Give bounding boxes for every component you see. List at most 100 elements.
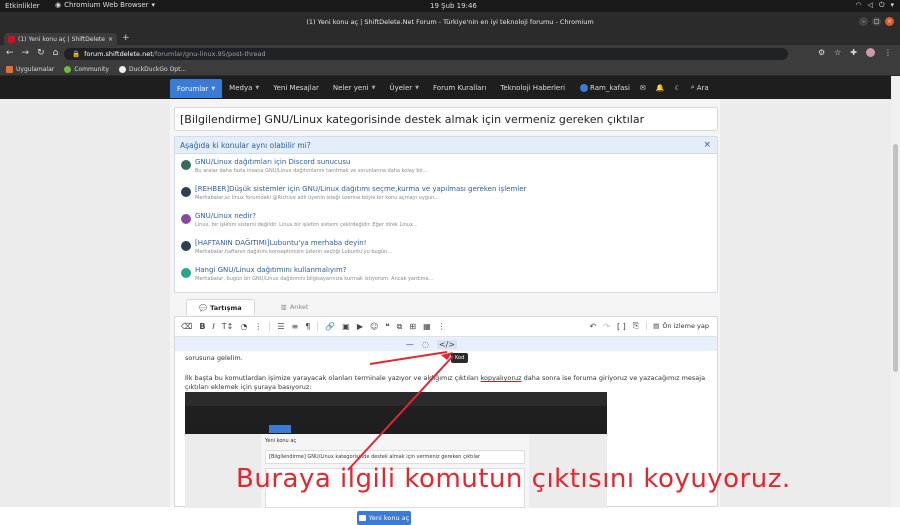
nav-yeni-mesajlar[interactable]: Yeni Mesajlar xyxy=(266,76,326,99)
horizontal-line-icon[interactable]: — xyxy=(406,340,414,349)
bookmark-community[interactable]: Community xyxy=(64,65,109,73)
browser-tab[interactable]: (1) Yeni konu aç | ShiftDelete × xyxy=(4,33,117,45)
bookmark-apps[interactable]: Uygulamalar xyxy=(6,65,54,73)
close-icon[interactable]: × xyxy=(703,140,711,150)
bold-icon[interactable]: B xyxy=(199,322,205,331)
undo-icon[interactable]: ↶ xyxy=(590,322,597,331)
maximize-button[interactable]: □ xyxy=(872,17,881,26)
screenshot-title: [Bilgilendirme] GNU/Linux kategorisinde … xyxy=(265,450,525,464)
paragraph-icon[interactable]: ¶ xyxy=(305,322,310,331)
user-avatar xyxy=(580,83,588,92)
insert-icon[interactable]: ⊞ xyxy=(409,322,416,331)
smiley-icon[interactable]: ☺ xyxy=(370,322,378,331)
star-icon[interactable]: ☆ xyxy=(834,48,841,57)
close-tab-icon[interactable]: × xyxy=(108,36,113,43)
redo-icon[interactable]: ↷ xyxy=(603,322,610,331)
eraser-icon[interactable]: ⌫ xyxy=(181,322,192,331)
puzzle-icon[interactable]: ✚ xyxy=(850,48,857,57)
clock[interactable]: 19 Şub 19:46 xyxy=(430,2,477,10)
avatar xyxy=(181,241,191,251)
avatar xyxy=(181,187,191,197)
close-button[interactable]: × xyxy=(885,17,894,26)
link-icon[interactable]: 🔗 xyxy=(325,322,335,331)
bookmark-duckduckgo[interactable]: DuckDuckGo Opt... xyxy=(118,65,186,73)
activities-button[interactable]: Etkinlikler xyxy=(5,2,40,10)
tab-tartisma[interactable]: 💬 Tartışma xyxy=(186,299,255,315)
duckduckgo-icon xyxy=(118,65,126,73)
nav-buttons: ← → ↻ ⌂ xyxy=(6,48,58,58)
volume-icon: ◁ xyxy=(867,1,873,9)
editor-subtoolbar: — ◌ </> xyxy=(175,337,717,351)
list-item[interactable]: GNU/Linux nedir? Linux, bir işletim siste… xyxy=(181,212,418,229)
image-icon[interactable]: ▣ xyxy=(342,322,350,331)
community-icon xyxy=(64,65,72,73)
chevron-down-icon: ▾ xyxy=(151,1,156,9)
editor-toolbar-right: ↶ ↷ [ ] ⎘ ▤ Ön izleme yap xyxy=(590,321,709,331)
list-item[interactable]: [REHBER]Düşük sistemler için GNU/Linux d… xyxy=(181,185,526,202)
nav-forumlar[interactable]: Forumlar ▼ xyxy=(170,79,223,98)
user-menu[interactable]: Ram_kafasi xyxy=(580,83,630,92)
site-nav-items: Forumlar ▼ Medya ▼ Yeni Mesajlar Neler yen… xyxy=(170,76,572,99)
minimize-button[interactable]: – xyxy=(859,17,868,26)
chevron-down-icon: ▼ xyxy=(211,85,216,92)
list-item[interactable]: GNU/Linux dağıtımları için Discord sunuc… xyxy=(181,158,427,175)
gallery-icon[interactable]: ⧉ xyxy=(397,322,403,332)
chevron-down-icon: ▼ xyxy=(415,84,420,91)
system-tray[interactable]: ◠ ◁ ⏻ ▾ xyxy=(855,1,894,10)
apps-icon xyxy=(6,65,13,73)
back-icon[interactable]: ← xyxy=(6,48,14,58)
reload-icon[interactable]: ↻ xyxy=(37,48,45,58)
italic-icon[interactable]: I xyxy=(212,322,214,331)
send-icon xyxy=(358,515,366,521)
profile-avatar[interactable] xyxy=(866,48,875,57)
menu-icon[interactable]: ⋮ xyxy=(884,48,892,57)
web-page: Forumlar ▼ Medya ▼ Yeni Mesajlar Neler yen… xyxy=(0,76,891,525)
toolbar-actions: ⚙ ☆ ✚ ⋮ xyxy=(818,48,892,57)
home-icon[interactable]: ⌂ xyxy=(53,48,59,58)
nav-teknoloji-haberleri[interactable]: Teknoloji Haberleri xyxy=(493,76,572,99)
quote-icon[interactable]: ❝ xyxy=(385,322,389,331)
lock-icon: 🔒 xyxy=(72,50,81,58)
more-options-icon[interactable]: ⋮ xyxy=(438,322,446,331)
list-icon[interactable]: ☰ xyxy=(277,322,284,331)
extension-icon[interactable]: ⚙ xyxy=(818,48,825,57)
address-bar-row: ← → ↻ ⌂ 🔒 forum.shiftdelete.net/forumlar… xyxy=(0,45,900,63)
nav-neler-yeni[interactable]: Neler yeni ▼ xyxy=(326,76,383,99)
list-item[interactable]: [HAFTANIN DAĞITIMI]Lubuntu'ya merhaba de… xyxy=(181,239,392,256)
inbox-icon[interactable]: ✉ xyxy=(640,84,646,92)
align-icon[interactable]: ≡ xyxy=(292,322,299,331)
forward-icon[interactable]: → xyxy=(22,48,30,58)
avatar xyxy=(181,268,191,278)
bbcode-icon[interactable]: [ ] xyxy=(617,322,626,331)
code-icon[interactable]: </> xyxy=(436,339,457,349)
new-tab-icon[interactable]: + xyxy=(122,33,130,43)
thread-title-input[interactable]: [Bilgilendirme] GNU/Linux kategorisinde … xyxy=(174,107,718,131)
power-icon: ⏻ xyxy=(878,1,885,9)
app-menu[interactable]: ◉ Chromium Web Browser ▾ xyxy=(55,1,155,9)
bell-icon[interactable]: 🔔 xyxy=(656,84,665,92)
site-nav: Forumlar ▼ Medya ▼ Yeni Mesajlar Neler yen… xyxy=(0,76,891,99)
url-field[interactable]: 🔒 forum.shiftdelete.net/forumlar/gnu-lin… xyxy=(64,48,788,60)
media-icon[interactable]: ▶ xyxy=(357,322,363,331)
palette-icon[interactable]: ◔ xyxy=(240,322,247,331)
nav-forum-kurallari[interactable]: Forum Kuralları xyxy=(426,76,493,99)
list-item[interactable]: Hangi GNU/Linux dağıtımını kullanmalıyım… xyxy=(181,266,433,283)
preview-button[interactable]: ▤ Ön izleme yap xyxy=(646,322,709,330)
post-thread-button[interactable]: Yeni konu aç xyxy=(357,511,411,525)
scrollbar-thumb[interactable] xyxy=(893,144,898,372)
drafts-icon[interactable]: ⎘ xyxy=(633,321,639,331)
chat-icon: 💬 xyxy=(199,303,208,312)
table-icon[interactable]: ▦ xyxy=(423,322,431,331)
nav-uyeler[interactable]: Üyeler ▼ xyxy=(382,76,426,99)
moon-icon[interactable]: ☾ xyxy=(674,84,680,92)
chromium-icon: ◉ xyxy=(55,1,62,9)
scrollbar[interactable] xyxy=(891,76,900,507)
nav-medya[interactable]: Medya ▼ xyxy=(222,76,266,99)
os-top-bar: Etkinlikler ◉ Chromium Web Browser ▾ 19 Şu… xyxy=(0,0,900,12)
chevron-down-icon: ▼ xyxy=(255,84,260,91)
search-button[interactable]: ⌕ Ara xyxy=(691,83,709,92)
more-text-icon[interactable]: ⋮ xyxy=(254,322,262,331)
spoiler-icon[interactable]: ◌ xyxy=(422,340,429,349)
tab-anket[interactable]: ▥ Anket xyxy=(269,299,321,315)
text-size-icon[interactable]: T↕ xyxy=(222,322,234,331)
